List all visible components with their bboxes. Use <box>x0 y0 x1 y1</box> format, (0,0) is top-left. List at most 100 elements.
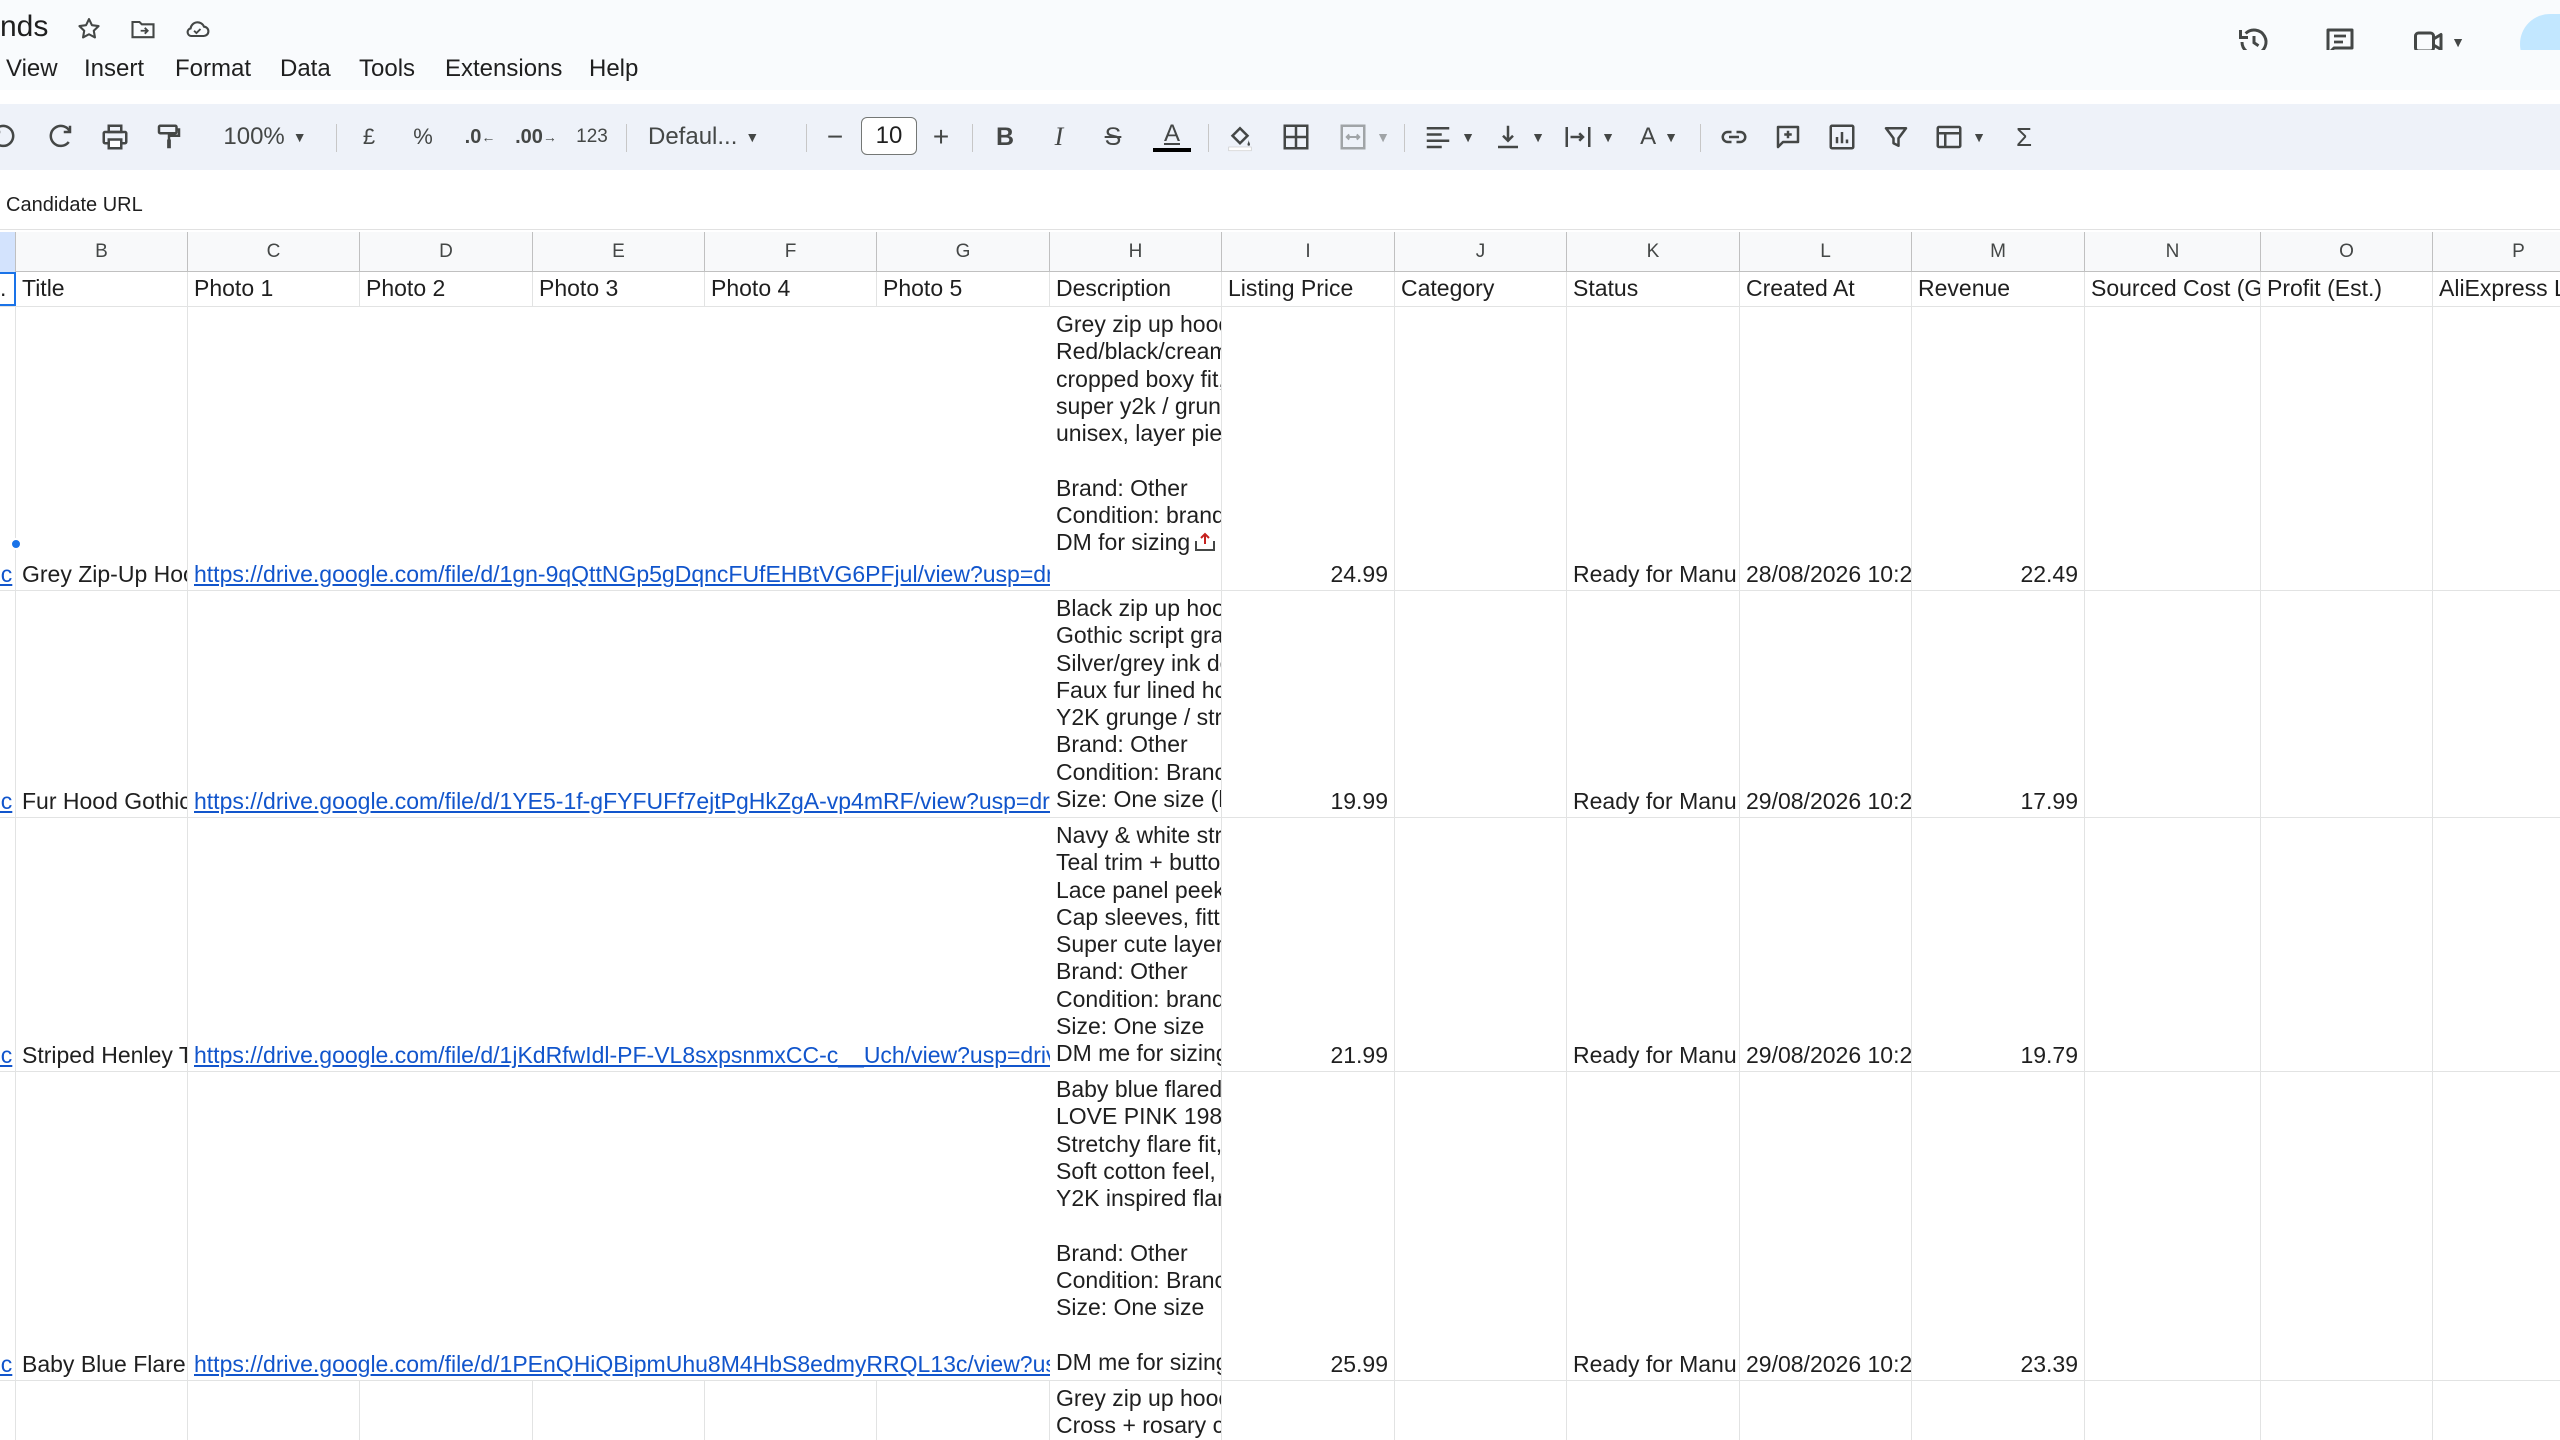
column-header-f[interactable]: F <box>705 232 877 272</box>
cell-a[interactable] <box>0 1381 16 1440</box>
document-title[interactable]: nds <box>0 10 48 44</box>
cell-profit[interactable] <box>2261 1381 2433 1440</box>
cell-revenue[interactable]: 22.49 <box>1912 307 2085 590</box>
italic-icon[interactable]: I <box>1042 119 1076 155</box>
number-format-button[interactable]: 123 <box>572 119 612 155</box>
header-cell-status[interactable]: Status <box>1567 272 1740 306</box>
cell-description[interactable]: Navy & white str Teal trim + buttor Lace… <box>1050 818 1222 1071</box>
cell-a[interactable]: oc <box>0 591 16 817</box>
bold-icon[interactable]: B <box>988 119 1022 155</box>
cell-photo1[interactable] <box>188 1381 360 1440</box>
cell-photo2[interactable] <box>360 1381 533 1440</box>
merge-cells-icon[interactable]: ▼ <box>1334 119 1394 155</box>
cell-photo5[interactable] <box>877 1381 1050 1440</box>
header-cell-title[interactable]: Title <box>16 272 188 306</box>
formula-bar[interactable]: Candidate URL <box>0 186 2560 230</box>
header-cell-created-at[interactable]: Created At <box>1740 272 1912 306</box>
column-header-d[interactable]: D <box>360 232 533 272</box>
column-header-c[interactable]: C <box>188 232 360 272</box>
paint-format-icon[interactable] <box>151 119 187 155</box>
cell-photo4[interactable] <box>705 1381 877 1440</box>
cell-aliexpress[interactable] <box>2433 818 2560 1071</box>
cell-sourced-cost[interactable] <box>2085 307 2261 590</box>
vertical-align-icon[interactable]: ▼ <box>1492 119 1546 155</box>
cell-listing-price[interactable]: 21.99 <box>1222 818 1395 1071</box>
cell-description[interactable]: Black zip up hoo Gothic script gra Silve… <box>1050 591 1222 817</box>
cell-status[interactable]: Ready for Manu <box>1567 307 1740 590</box>
borders-icon[interactable] <box>1278 119 1314 155</box>
insert-chart-icon[interactable] <box>1824 119 1860 155</box>
header-cell-photo5[interactable]: Photo 5 <box>877 272 1050 306</box>
cell-revenue[interactable]: 23.39 <box>1912 1072 2085 1380</box>
cell-aliexpress[interactable] <box>2433 591 2560 817</box>
menu-data[interactable]: Data <box>280 55 331 83</box>
filter-icon[interactable] <box>1878 119 1914 155</box>
header-cell-photo2[interactable]: Photo 2 <box>360 272 533 306</box>
increase-font-size-icon[interactable]: + <box>926 119 956 155</box>
cell-a[interactable]: oc <box>0 1072 16 1380</box>
currency-format-button[interactable]: £ <box>354 119 384 155</box>
selection-drag-handle[interactable] <box>10 538 22 550</box>
cell-description[interactable]: Grey zip up hooc Red/black/cream cropped… <box>1050 307 1222 590</box>
cell-created-at[interactable] <box>1740 1381 1912 1440</box>
cell-created-at[interactable]: 29/08/2026 10:2 <box>1740 818 1912 1071</box>
text-color-button[interactable]: A <box>1152 119 1192 155</box>
column-header-o[interactable]: O <box>2261 232 2433 272</box>
column-header-h[interactable]: H <box>1050 232 1222 272</box>
cell-photo3[interactable] <box>533 1381 705 1440</box>
cell-sourced-cost[interactable] <box>2085 1072 2261 1380</box>
font-family-select[interactable]: Defaul... ▼ <box>648 119 784 155</box>
column-header-g[interactable]: G <box>877 232 1050 272</box>
cell-status[interactable]: Ready for Manu <box>1567 1072 1740 1380</box>
cell-photo1[interactable]: https://drive.google.com/file/d/1jKdRfwI… <box>188 818 1050 1071</box>
font-size-input[interactable]: 10 <box>861 117 917 155</box>
cell-created-at[interactable]: 29/08/2026 10:2 <box>1740 591 1912 817</box>
cell-photo1[interactable]: https://drive.google.com/file/d/1YE5-1f-… <box>188 591 1050 817</box>
cell-title[interactable]: Striped Henley T <box>16 818 188 1071</box>
column-header-m[interactable]: M <box>1912 232 2085 272</box>
text-rotation-icon[interactable]: A ▼ <box>1632 119 1686 155</box>
cell-category[interactable] <box>1395 307 1567 590</box>
cell-profit[interactable] <box>2261 307 2433 590</box>
header-cell-profit[interactable]: Profit (Est.) <box>2261 272 2433 306</box>
move-folder-icon[interactable] <box>128 14 158 44</box>
strikethrough-icon[interactable]: S <box>1096 119 1130 155</box>
cell-created-at[interactable]: 28/08/2026 10:2 <box>1740 307 1912 590</box>
formula-bar-value[interactable]: Candidate URL <box>6 194 143 217</box>
photo1-link[interactable]: https://drive.google.com/file/d/1PEnQHiQ… <box>194 1351 1050 1378</box>
cell-revenue[interactable] <box>1912 1381 2085 1440</box>
header-cell-photo3[interactable]: Photo 3 <box>533 272 705 306</box>
percent-format-button[interactable]: % <box>408 119 438 155</box>
fill-color-icon[interactable] <box>1222 119 1258 155</box>
header-cell-revenue[interactable]: Revenue <box>1912 272 2085 306</box>
column-header-n[interactable]: N <box>2085 232 2261 272</box>
cell-description[interactable]: Grey zip up hooc Cross + rosary c <box>1050 1381 1222 1440</box>
header-cell-description[interactable]: Description <box>1050 272 1222 306</box>
column-header-i[interactable]: I <box>1222 232 1395 272</box>
cell-category[interactable] <box>1395 591 1567 817</box>
decrease-font-size-icon[interactable]: − <box>820 119 850 155</box>
cell-profit[interactable] <box>2261 591 2433 817</box>
cell-revenue[interactable]: 17.99 <box>1912 591 2085 817</box>
cell-listing-price[interactable] <box>1222 1381 1395 1440</box>
horizontal-align-icon[interactable]: ▼ <box>1422 119 1476 155</box>
column-header-p[interactable]: P <box>2433 232 2560 272</box>
text-wrapping-icon[interactable]: ▼ <box>1562 119 1616 155</box>
cell-status[interactable] <box>1567 1381 1740 1440</box>
functions-icon[interactable]: Σ <box>2006 119 2042 155</box>
header-cell-listing-price[interactable]: Listing Price <box>1222 272 1395 306</box>
cell-listing-price[interactable]: 25.99 <box>1222 1072 1395 1380</box>
menu-view[interactable]: View <box>6 55 58 83</box>
cell-photo1[interactable]: https://drive.google.com/file/d/1PEnQHiQ… <box>188 1072 1050 1380</box>
header-cell-sourced-cost[interactable]: Sourced Cost (G <box>2085 272 2261 306</box>
cell-title[interactable]: Baby Blue Flare <box>16 1072 188 1380</box>
cell-title[interactable]: Grey Zip-Up Hoo <box>16 307 188 590</box>
column-header-k[interactable]: K <box>1567 232 1740 272</box>
print-icon[interactable] <box>97 119 133 155</box>
photo1-link[interactable]: https://drive.google.com/file/d/1YE5-1f-… <box>194 788 1050 815</box>
cell-photo2[interactable] <box>360 307 533 590</box>
zoom-select[interactable]: 100% ▼ <box>210 119 320 155</box>
header-cell-aliexpress[interactable]: AliExpress L <box>2433 272 2560 306</box>
menu-tools[interactable]: Tools <box>359 55 415 83</box>
cell-profit[interactable] <box>2261 1072 2433 1380</box>
